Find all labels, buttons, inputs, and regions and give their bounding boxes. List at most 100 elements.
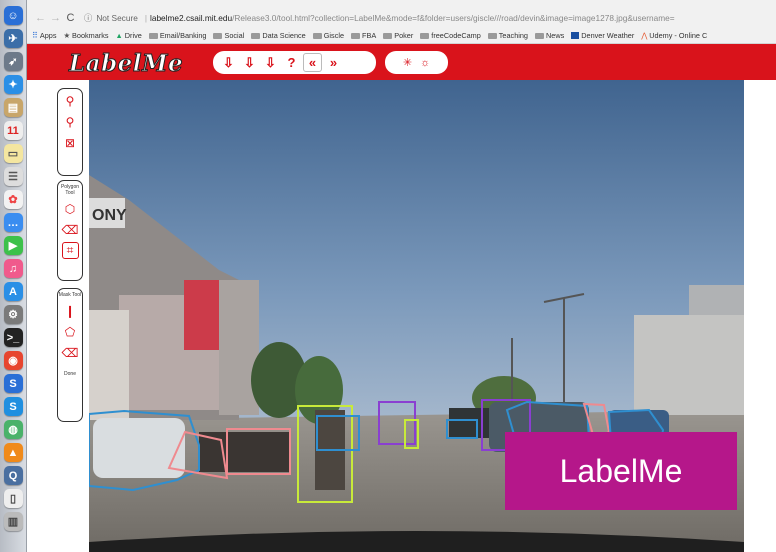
white-building [89, 310, 129, 420]
address-row: ← → C ⓘ Not Secure | labelme2.csail.mit.… [27, 7, 776, 28]
address-bar[interactable]: ⓘ Not Secure | labelme2.csail.mit.edu /R… [84, 8, 744, 27]
folder-icon [383, 32, 393, 39]
notes-icon[interactable]: ▤ [3, 98, 23, 117]
launchpad-icon[interactable]: ✈ [3, 29, 23, 48]
weather-icon [571, 32, 580, 39]
vlc-icon[interactable]: ▲ [3, 443, 23, 462]
folder-icon [487, 32, 497, 39]
sublime-icon[interactable]: S [3, 374, 23, 393]
folder-icon [213, 32, 223, 39]
brightness-toolbar: ✳ ☼ [385, 51, 448, 74]
mask-tool-caption: Mask Tool [58, 292, 82, 298]
bookmarks-bar: ⠿ Apps ★ Bookmarks ▲ Drive Email/Banking So… [27, 28, 776, 44]
bookmark-poker[interactable]: Poker [383, 31, 413, 40]
finder-icon[interactable]: ☺ [3, 6, 23, 25]
bookmark-udemy[interactable]: ⋀ Udemy - Online C [641, 31, 707, 40]
fit-image-icon[interactable]: ⊠ [62, 134, 79, 151]
download-image-icon[interactable]: ⇩ [219, 53, 238, 72]
building-right [634, 315, 744, 415]
right-panel [744, 80, 776, 552]
app-store-icon[interactable]: A [3, 282, 23, 301]
bookmark-freecodecamp[interactable]: freeCodeCamp [420, 31, 481, 40]
screen: ☺ ✈ ➶ ✦ ▤ 11 ▭ ☰ ✿ … ▶ ♫ A ⚙ >_ ◉ S S ◍ … [0, 0, 776, 552]
textedit-icon[interactable]: ☰ [3, 167, 23, 186]
drive-icon: ▲ [115, 31, 123, 40]
messages-icon[interactable]: … [3, 213, 23, 232]
chrome-icon[interactable]: ◉ [3, 351, 23, 370]
polygon-icon[interactable]: ⬡ [62, 200, 79, 217]
image-nav-toolbar: ⇩ ⇩ ⇩ ? « » [213, 51, 376, 74]
macos-dock: ☺ ✈ ➶ ✦ ▤ 11 ▭ ☰ ✿ … ▶ ♫ A ⚙ >_ ◉ S S ◍ … [0, 0, 27, 552]
url-path: /Release3.0/tool.html?collection=LabelMe… [232, 12, 675, 23]
brightness-up-icon[interactable]: ☼ [420, 57, 430, 69]
bookmark-teaching[interactable]: Teaching [487, 31, 528, 40]
mask-brush-icon[interactable]: ❙ [62, 302, 79, 319]
tower-building [219, 280, 259, 415]
trash-icon[interactable]: ▥ [3, 512, 23, 531]
tool-palette: ⚲ ⚲ ⊠ Polygon Tool ⬡ ⌫ ⌗ Mask Tool ❙ ⬠ ⌫… [27, 80, 89, 552]
mask-tool-group: Mask Tool ❙ ⬠ ⌫ Done [57, 288, 83, 422]
safari-icon[interactable]: ✦ [3, 75, 23, 94]
labelme-watermark: LabelMe [505, 432, 737, 510]
zoom-tool-group: ⚲ ⚲ ⊠ [57, 88, 83, 176]
building-right-top [689, 285, 744, 315]
system-preferences-icon[interactable]: ⚙ [3, 305, 23, 324]
not-secure-label: Not Secure [96, 12, 138, 23]
bounding-box-icon[interactable]: ⌗ [61, 242, 79, 259]
folder-icon [148, 32, 158, 39]
done-button[interactable]: Done [58, 371, 82, 377]
mask-select-icon[interactable]: ⬠ [62, 323, 79, 340]
star-icon: ★ [63, 31, 71, 40]
quicktime-icon[interactable]: Q [3, 466, 23, 485]
download-next-icon[interactable]: ⇩ [261, 53, 280, 72]
zoom-in-icon[interactable]: ⚲ [62, 92, 79, 109]
bookmark-social[interactable]: Social [213, 31, 244, 40]
bookmark-apps[interactable]: ⠿ Apps [32, 31, 57, 40]
facetime-icon[interactable]: ▶ [3, 236, 23, 255]
bookmark-bookmarks[interactable]: ★ Bookmarks [64, 31, 109, 40]
browser-chrome: ← → C ⓘ Not Secure | labelme2.csail.mit.… [27, 0, 776, 44]
bookmark-denver-weather[interactable]: Denver Weather [571, 31, 634, 40]
stickies-icon[interactable]: ▭ [3, 144, 23, 163]
folder-icon [351, 32, 361, 39]
bookmark-fba[interactable]: FBA [351, 31, 376, 40]
bookmark-data-science[interactable]: Data Science [251, 31, 306, 40]
reload-icon[interactable]: C [63, 12, 78, 24]
polygon-tool-caption: Polygon Tool [60, 184, 80, 196]
billboard [184, 280, 224, 350]
folder-icon [420, 32, 430, 39]
labelme-logo[interactable]: LabelMe [68, 50, 183, 78]
store-sign-text: ONY [92, 207, 127, 224]
udemy-icon: ⋀ [641, 31, 648, 40]
apps-grid-icon: ⠿ [32, 31, 38, 40]
next-image-icon[interactable]: » [324, 53, 343, 72]
music-icon[interactable]: ♫ [3, 259, 23, 278]
folder-icon [312, 32, 322, 39]
zoom-out-icon[interactable]: ⚲ [62, 113, 79, 130]
download-annotation-icon[interactable]: ⇩ [240, 53, 259, 72]
help-icon[interactable]: ? [282, 53, 301, 72]
bookmark-drive[interactable]: ▲ Drive [116, 31, 142, 40]
bookmark-news[interactable]: News [535, 31, 564, 40]
globe-icon[interactable]: ◍ [3, 420, 23, 439]
folder-icon [251, 32, 261, 39]
labelme-header: LabelMe ⇩ ⇩ ⇩ ? « » ✳ ☼ [27, 44, 776, 80]
polygon-tool-group: Polygon Tool ⬡ ⌫ ⌗ [57, 180, 83, 281]
forward-arrow-icon[interactable]: → [48, 12, 63, 24]
photos-icon[interactable]: ✿ [3, 190, 23, 209]
bookmark-giscle[interactable]: Giscle [312, 31, 344, 40]
eraser-icon[interactable]: ⌫ [62, 221, 79, 238]
url-host: labelme2.csail.mit.edu [149, 12, 233, 23]
bookmark-email-banking[interactable]: Email/Banking [148, 31, 206, 40]
skype-icon[interactable]: S [3, 397, 23, 416]
info-icon[interactable]: ⓘ [84, 12, 92, 24]
terminal-icon[interactable]: >_ [3, 328, 23, 347]
calendar-icon[interactable]: 11 [3, 121, 23, 140]
previous-image-icon[interactable]: « [303, 53, 322, 72]
document-icon[interactable]: ▯ [3, 489, 23, 508]
rocket-icon[interactable]: ➶ [3, 52, 23, 71]
folder-icon [535, 32, 544, 39]
mask-eraser-icon[interactable]: ⌫ [62, 344, 79, 361]
brightness-down-icon[interactable]: ✳ [403, 56, 412, 69]
back-arrow-icon[interactable]: ← [33, 12, 48, 24]
